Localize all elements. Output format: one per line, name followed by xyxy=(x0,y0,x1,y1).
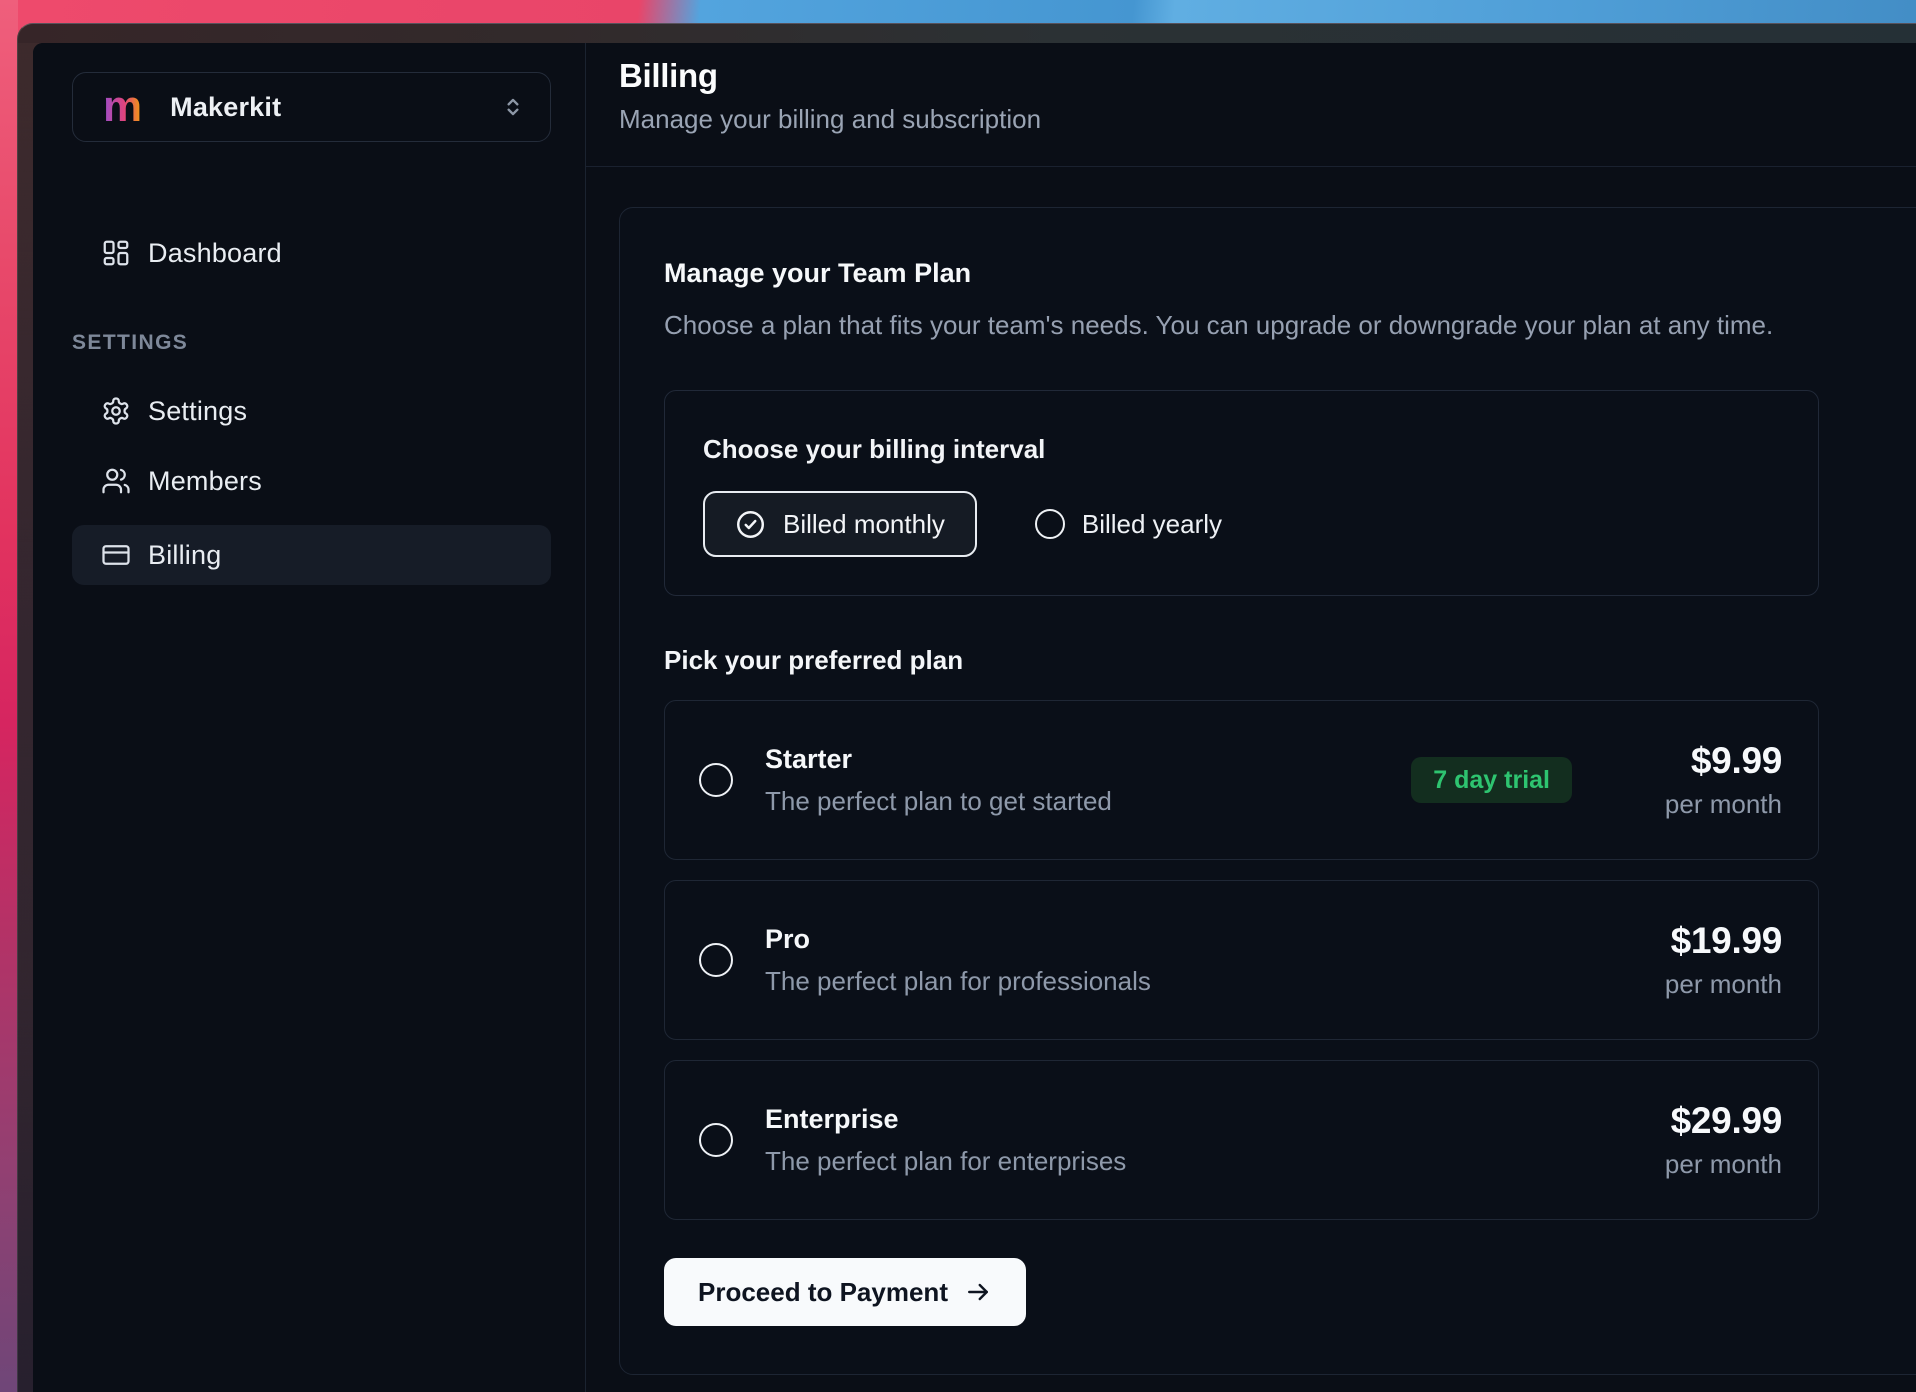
page-header: Billing Manage your billing and subscrip… xyxy=(586,56,1916,167)
plan-list: Starter The perfect plan to get started … xyxy=(664,700,1819,1220)
layout-dashboard-icon xyxy=(101,238,131,268)
page-title: Billing xyxy=(619,56,1916,96)
billing-interval-options: Billed monthly Billed yearly xyxy=(703,491,1780,557)
plan-row-enterprise[interactable]: Enterprise The perfect plan for enterpri… xyxy=(664,1060,1819,1220)
sidebar: m Makerkit Dashboard SETTINGS xyxy=(33,43,586,1392)
plan-period: per month xyxy=(1612,968,1782,1000)
workspace-name: Makerkit xyxy=(170,92,281,123)
radio-circle-icon[interactable] xyxy=(699,943,733,977)
wallpaper-left-strip xyxy=(0,0,18,1392)
plan-row-pro[interactable]: Pro The perfect plan for professionals $… xyxy=(664,880,1819,1040)
chevron-sort-icon xyxy=(500,94,526,120)
app-window: m Makerkit Dashboard SETTINGS xyxy=(17,23,1916,1392)
proceed-to-payment-button[interactable]: Proceed to Payment xyxy=(664,1258,1026,1326)
main-content: Billing Manage your billing and subscrip… xyxy=(586,43,1916,1392)
billed-monthly-label: Billed monthly xyxy=(783,509,945,540)
proceed-to-payment-label: Proceed to Payment xyxy=(698,1277,948,1308)
trial-badge: 7 day trial xyxy=(1411,757,1572,803)
makerkit-logo: m xyxy=(103,85,142,129)
radio-circle-icon[interactable] xyxy=(699,1123,733,1157)
sidebar-item-label: Settings xyxy=(148,396,247,427)
team-plan-card: Manage your Team Plan Choose a plan that… xyxy=(619,207,1916,1375)
page-subtitle: Manage your billing and subscription xyxy=(619,103,1916,135)
plan-price: $29.99 xyxy=(1612,1100,1782,1142)
plan-price: $9.99 xyxy=(1612,740,1782,782)
desktop-wallpaper: m Makerkit Dashboard SETTINGS xyxy=(0,0,1916,1392)
radio-circle-icon[interactable] xyxy=(699,763,733,797)
arrow-right-icon xyxy=(964,1278,992,1306)
sidebar-section-settings: SETTINGS xyxy=(72,331,551,355)
gear-icon xyxy=(101,396,131,426)
plan-description: The perfect plan for enterprises xyxy=(765,1144,1126,1178)
plan-description: The perfect plan to get started xyxy=(765,784,1112,818)
check-circle-icon xyxy=(735,509,766,540)
plan-price: $19.99 xyxy=(1612,920,1782,962)
sidebar-item-dashboard[interactable]: Dashboard xyxy=(72,223,551,283)
radio-circle-icon xyxy=(1035,509,1065,539)
sidebar-item-label: Billing xyxy=(148,540,221,571)
sidebar-item-label: Members xyxy=(148,466,262,497)
app-content: m Makerkit Dashboard SETTINGS xyxy=(33,43,1916,1392)
sidebar-item-members[interactable]: Members xyxy=(72,451,551,511)
plan-description: The perfect plan for professionals xyxy=(765,964,1151,998)
sidebar-item-billing[interactable]: Billing xyxy=(72,525,551,585)
sidebar-item-settings[interactable]: Settings xyxy=(72,381,551,441)
sidebar-item-label: Dashboard xyxy=(148,238,282,269)
billing-interval-label: Choose your billing interval xyxy=(703,433,1780,465)
billed-monthly-option[interactable]: Billed monthly xyxy=(703,491,977,557)
card-subtitle: Choose a plan that fits your team's need… xyxy=(664,308,1895,342)
plan-period: per month xyxy=(1612,788,1782,820)
billed-yearly-option[interactable]: Billed yearly xyxy=(1035,509,1222,540)
credit-card-icon xyxy=(101,540,131,570)
plan-row-starter[interactable]: Starter The perfect plan to get started … xyxy=(664,700,1819,860)
sidebar-nav: Dashboard SETTINGS Settings xyxy=(72,223,551,585)
users-icon xyxy=(101,466,131,496)
billed-yearly-label: Billed yearly xyxy=(1082,509,1222,540)
card-title: Manage your Team Plan xyxy=(664,256,1895,290)
plan-name: Starter xyxy=(765,742,1112,776)
pick-plan-label: Pick your preferred plan xyxy=(664,644,1895,676)
workspace-selector[interactable]: m Makerkit xyxy=(72,72,551,142)
plan-period: per month xyxy=(1612,1148,1782,1180)
billing-interval-group: Choose your billing interval Billed mont… xyxy=(664,390,1819,596)
plan-name: Pro xyxy=(765,922,1151,956)
plan-name: Enterprise xyxy=(765,1102,1126,1136)
